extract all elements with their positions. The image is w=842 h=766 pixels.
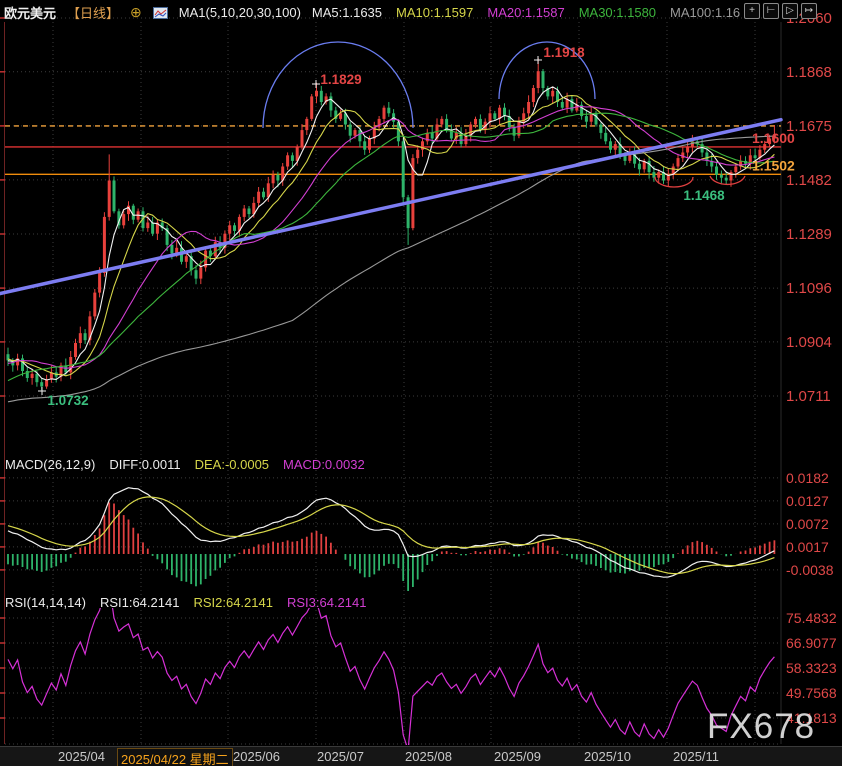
rsi3-value: RSI3:64.2141 [287, 595, 367, 610]
date-label: 2025/09 [494, 749, 541, 764]
add-indicator-icon[interactable]: ⊕ [130, 4, 142, 21]
date-label: 2025/10 [584, 749, 631, 764]
macd-macd-value: MACD:0.0032 [283, 457, 365, 472]
axis-scale-icon[interactable]: ⊢ [763, 3, 779, 19]
price-annotation: 1.1829 [320, 72, 361, 87]
selected-date-label: 2025/04/22 星期二 [117, 748, 233, 766]
rsi2-value: RSI2:64.2141 [193, 595, 273, 610]
ma30-line [8, 113, 774, 380]
svg-text:1.1096: 1.1096 [786, 280, 832, 297]
chart-type-icon[interactable] [153, 7, 168, 19]
svg-text:1.1868: 1.1868 [786, 64, 832, 81]
date-label: 2025/07 [317, 749, 364, 764]
period-label: 【日线】 [67, 3, 119, 22]
chart-toolbar: +⊢▷↦ [744, 3, 817, 19]
svg-text:1.1289: 1.1289 [786, 226, 832, 243]
price-annotation: 1.1918 [543, 45, 585, 60]
ma-settings-label: MA1(5,10,20,30,100) [179, 5, 301, 20]
date-label: 2025/08 [405, 749, 452, 764]
exit-chart-icon[interactable]: ↦ [801, 3, 817, 19]
axis-play-icon[interactable]: ▷ [782, 3, 798, 19]
svg-text:75.4832: 75.4832 [786, 610, 837, 626]
svg-text:0.0127: 0.0127 [786, 493, 829, 509]
macd-header: MACD(26,12,9) DIFF:0.0011 DEA:-0.0005 MA… [5, 457, 365, 472]
macd-title: MACD(26,12,9) [5, 457, 95, 472]
svg-text:66.9077: 66.9077 [786, 635, 837, 651]
rsi1-value: RSI1:64.2141 [100, 595, 180, 610]
chart-area[interactable]: 1.18291.19181.14681.07321.16001.15021.20… [0, 0, 842, 766]
level-price-label: 1.1502 [752, 157, 795, 173]
ma-value: MA100:1.16 [670, 5, 740, 20]
rsi-header: RSI(14,14,14) RSI1:64.2141 RSI2:64.2141 … [5, 595, 366, 610]
candles[interactable] [7, 58, 776, 390]
trading-app: 1.18291.19181.14681.07321.16001.15021.20… [0, 0, 842, 766]
left-axis [0, 18, 5, 744]
ma-value: MA5:1.1635 [312, 5, 382, 20]
ma-values: MA5:1.1635 MA10:1.1597 MA20:1.1587 MA30:1.1… [312, 5, 740, 20]
ma5-line [8, 87, 774, 380]
time-axis[interactable]: 2025/04 2025/04/22 星期二2025/06 2025/07 2025/… [0, 746, 842, 766]
chart-header: 欧元美元 【日线】 ⊕ MA1(5,10,20,30,100) MA5:1.16… [4, 3, 740, 22]
watermark: FX678 [707, 707, 815, 747]
svg-text:0.0017: 0.0017 [786, 539, 829, 555]
ma-value: MA30:1.1580 [579, 5, 656, 20]
svg-text:58.3323: 58.3323 [786, 660, 837, 676]
symbol-title: 欧元美元 [4, 3, 56, 22]
ma-lines [8, 87, 774, 402]
ma10-line [8, 96, 774, 376]
macd-diff-value: DIFF:0.0011 [109, 457, 180, 472]
svg-text:1.0711: 1.0711 [786, 388, 831, 405]
svg-text:1.0904: 1.0904 [786, 334, 832, 351]
rsi-title: RSI(14,14,14) [5, 595, 86, 610]
svg-text:-0.0038: -0.0038 [786, 562, 834, 578]
price-annotation: 1.1468 [683, 188, 725, 203]
grid-vertical [53, 22, 755, 744]
macd-panel [8, 488, 774, 594]
date-label: 2025/04 [58, 749, 105, 764]
ma-value: MA10:1.1597 [396, 5, 473, 20]
date-label: 2025/06 [233, 749, 280, 764]
svg-text:49.7568: 49.7568 [786, 685, 837, 701]
svg-text:1.1482: 1.1482 [786, 172, 832, 189]
trendline[interactable] [0, 120, 781, 294]
svg-text:0.0072: 0.0072 [786, 516, 829, 532]
date-label: 2025/11 [673, 749, 719, 764]
grid-horizontal [5, 18, 781, 744]
price-annotation: 1.0732 [47, 393, 88, 408]
svg-text:1.1675: 1.1675 [786, 118, 832, 135]
red-arc-annotation [655, 177, 693, 187]
macd-dea-value: DEA:-0.0005 [195, 457, 269, 472]
ma-value: MA20:1.1587 [487, 5, 564, 20]
pan-move-icon[interactable]: + [744, 3, 760, 19]
price-axis-labels: 1.20601.18681.16751.14821.12891.10961.09… [786, 10, 837, 726]
svg-text:0.0182: 0.0182 [786, 470, 829, 486]
